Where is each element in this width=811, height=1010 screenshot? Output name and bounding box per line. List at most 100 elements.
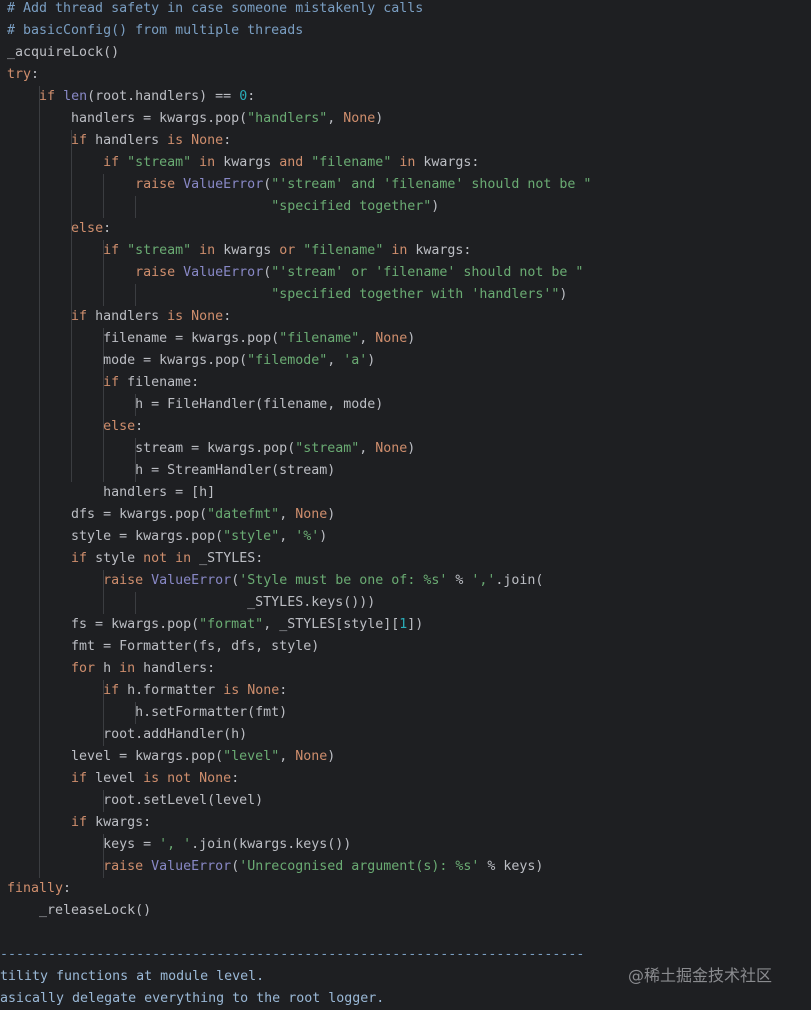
code-token: None <box>343 111 376 126</box>
code-token: else <box>71 221 104 236</box>
code-token: if <box>71 815 96 830</box>
code-line: handlers = kwargs.pop("handlers", None) <box>7 108 383 130</box>
code-token: "stream" <box>127 155 192 170</box>
code-token: : <box>135 419 144 434</box>
code-token: ValueError <box>151 573 232 588</box>
code-token: handlers = kwargs.pop( <box>7 111 248 126</box>
code-token: h = FileHandler(filename, mode) <box>7 397 384 412</box>
code-token: mode = kwargs.pop( <box>7 353 248 368</box>
code-token: _STYLES.keys())) <box>7 595 376 610</box>
code-token: None <box>375 441 408 456</box>
code-token: "stream" <box>127 243 192 258</box>
code-line: # basicConfig() from multiple threads <box>7 20 303 42</box>
code-token: raise <box>103 573 152 588</box>
code-line: root.addHandler(h) <box>7 724 247 746</box>
code-token: ValueError <box>183 177 264 192</box>
code-token: if <box>71 771 96 786</box>
code-line: raise ValueError("'stream' or 'filename'… <box>7 262 583 284</box>
code-token: dfs = kwargs.pop( <box>7 507 208 522</box>
code-token: if <box>103 243 128 258</box>
code-token: ',' <box>471 573 496 588</box>
code-token: : <box>247 89 256 104</box>
code-token: ) <box>327 507 336 522</box>
code-token: , <box>327 111 344 126</box>
code-token: ) <box>375 111 384 126</box>
code-token: "filemode" <box>247 353 328 368</box>
code-token: if <box>71 133 96 148</box>
code-token: , <box>359 331 376 346</box>
code-token: and <box>279 155 312 170</box>
code-token: kwargs: <box>423 155 480 170</box>
code-token: for <box>71 661 104 676</box>
code-line: _releaseLock() <box>7 900 151 922</box>
code-token: "specified together" <box>271 199 432 214</box>
code-token: .join( <box>495 573 544 588</box>
code-token: in <box>191 243 224 258</box>
code-line: mode = kwargs.pop("filemode", 'a') <box>7 350 375 372</box>
code-token: stream = kwargs.pop( <box>7 441 296 456</box>
code-token: "filename" <box>311 155 392 170</box>
code-token: if <box>103 155 128 170</box>
code-token: ) <box>407 441 416 456</box>
code-token: try <box>7 67 32 82</box>
code-token: , <box>327 353 344 368</box>
code-token: ValueError <box>151 859 232 874</box>
code-token: in <box>383 243 416 258</box>
code-token: if <box>103 683 128 698</box>
code-token: root.addHandler(h) <box>7 727 248 742</box>
code-token: else <box>103 419 136 434</box>
code-token: : <box>31 67 40 82</box>
code-token: ( <box>231 859 240 874</box>
code-token: # Add thread safety in case someone mist… <box>7 1 424 16</box>
code-token: is None <box>223 683 280 698</box>
code-editor[interactable]: # Add thread safety in case someone mist… <box>0 0 811 1010</box>
code-token: is not None <box>143 771 232 786</box>
code-token: : <box>279 683 288 698</box>
code-token: fmt = Formatter(fs, dfs, style) <box>7 639 320 654</box>
code-token: ----------------------------------------… <box>0 947 585 962</box>
code-token: if <box>71 551 96 566</box>
code-line: ----------------------------------------… <box>0 944 584 966</box>
code-token: "handlers" <box>247 111 328 126</box>
code-token: finally <box>7 881 64 896</box>
code-token: filename: <box>127 375 200 390</box>
code-line: h = FileHandler(filename, mode) <box>7 394 383 416</box>
code-line: if filename: <box>7 372 199 394</box>
code-line: for h in handlers: <box>7 658 215 680</box>
code-token: ) <box>431 199 440 214</box>
code-token: level <box>95 771 144 786</box>
code-token: ', ' <box>159 837 192 852</box>
code-token: 'Style must be one of: %s' <box>239 573 448 588</box>
code-line: raise ValueError('Unrecognised argument(… <box>7 856 543 878</box>
code-token: , <box>279 529 296 544</box>
code-token: h = StreamHandler(stream) <box>7 463 336 478</box>
code-line: else: <box>7 416 143 438</box>
code-token: ( <box>231 573 240 588</box>
code-line: keys = ', '.join(kwargs.keys()) <box>7 834 351 856</box>
code-token: tility functions at module level. <box>0 969 265 984</box>
code-line: raise ValueError("'stream' and 'filename… <box>7 174 591 196</box>
code-token: % <box>447 573 472 588</box>
code-line: _STYLES.keys())) <box>7 592 375 614</box>
code-line: if level is not None: <box>7 768 239 790</box>
code-token: handlers = [h] <box>7 485 216 500</box>
code-token: None <box>295 749 328 764</box>
code-line: filename = kwargs.pop("filename", None) <box>7 328 415 350</box>
code-token: not in <box>143 551 200 566</box>
code-token: is None <box>167 133 224 148</box>
code-token: style = kwargs.pop( <box>7 529 224 544</box>
